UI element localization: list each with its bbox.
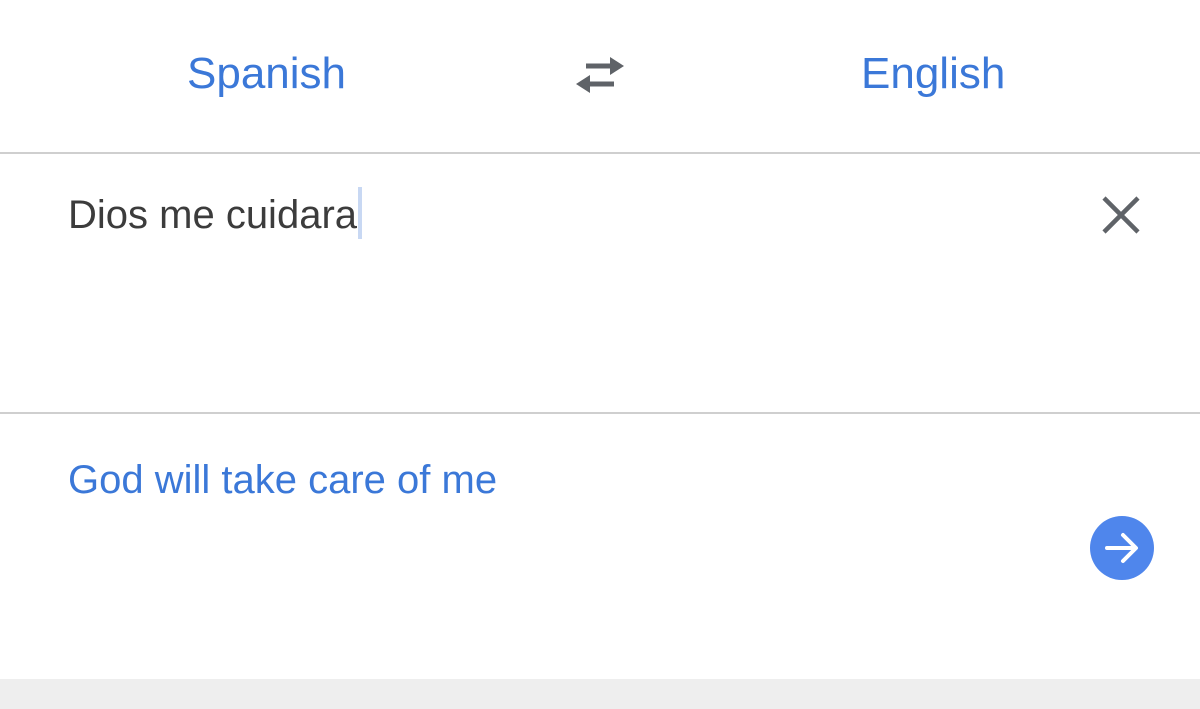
open-translation-button[interactable] bbox=[1090, 516, 1154, 580]
clear-button[interactable] bbox=[1100, 194, 1142, 236]
arrow-right-icon bbox=[1105, 533, 1138, 563]
text-cursor bbox=[358, 187, 363, 240]
language-bar: Spanish English bbox=[0, 0, 1200, 152]
swap-languages-button[interactable] bbox=[572, 52, 628, 98]
swap-arrows-icon bbox=[576, 57, 624, 93]
translation-text[interactable]: God will take care of me bbox=[68, 455, 497, 505]
source-text-value: Dios me cuidara bbox=[68, 193, 358, 237]
translation-area bbox=[0, 414, 1200, 679]
target-language-button[interactable]: English bbox=[861, 48, 1005, 100]
bottom-panel bbox=[0, 679, 1200, 709]
source-text-input[interactable]: Dios me cuidara bbox=[68, 187, 363, 243]
close-icon bbox=[1102, 196, 1140, 234]
source-language-button[interactable]: Spanish bbox=[187, 48, 346, 100]
